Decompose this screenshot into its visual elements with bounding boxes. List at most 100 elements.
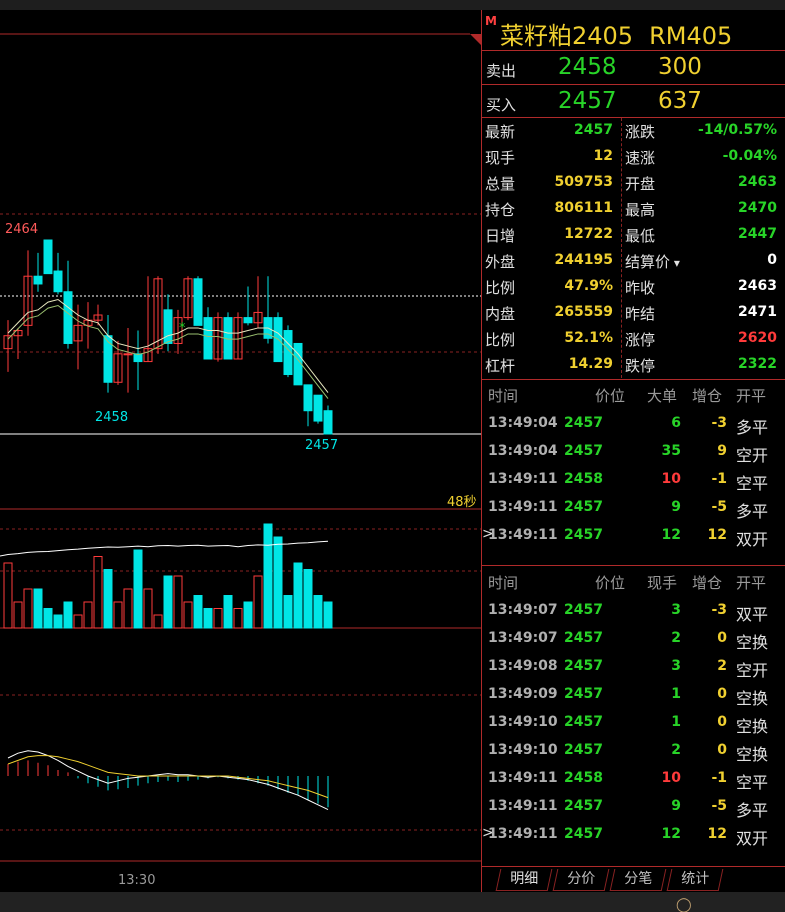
row-type: 双平 — [736, 605, 769, 624]
tick-row[interactable]: 13:49:10 2457 1 0 空换 — [482, 709, 785, 737]
tick-header: 时间 价位 现手 增仓 开平 — [482, 569, 785, 595]
stat-label: 昨收 — [625, 279, 656, 297]
volume-bar — [183, 601, 193, 629]
tab-0[interactable]: 明细 — [495, 869, 553, 891]
big-order-row[interactable]: 13:49:04 2457 35 9 空开 — [482, 438, 785, 466]
stat-value: -14/0.57% — [698, 122, 777, 138]
row-price: 2457 — [564, 658, 603, 674]
stat-label[interactable]: 结算价 ▾ — [625, 251, 680, 272]
tick-row[interactable]: 13:49:07 2457 3 -3 双平 — [482, 597, 785, 625]
big-order-row[interactable]: 13:49:11 2458 10 -1 空平 — [482, 466, 785, 494]
row-type: 多平 — [736, 502, 769, 521]
row-qty: 9 — [671, 798, 681, 814]
stat-label: 持仓 — [485, 201, 516, 219]
support-icon[interactable]: ◯ — [676, 897, 692, 912]
row-time: 13:49:10 — [488, 742, 558, 758]
kline-chart-area[interactable]: * 2464 2458 2457 48秒 13:30 — [0, 10, 481, 892]
sell-price: 2458 — [558, 54, 617, 80]
row-qty: 10 — [661, 770, 681, 786]
stat-right-3: 最高 2470 — [622, 196, 785, 222]
stat-label: 跌停 — [625, 357, 656, 375]
stat-left-8: 比例 52.1% — [482, 326, 621, 352]
row-qty: 3 — [671, 602, 681, 618]
tick-row[interactable]: 13:49:07 2457 2 0 空换 — [482, 625, 785, 653]
big-order-row[interactable]: 13:49:11 2457 9 -5 多平 — [482, 494, 785, 522]
stat-value: 806111 — [554, 200, 613, 216]
volume-bar — [3, 562, 13, 629]
row-time: 13:49:11 — [488, 826, 558, 842]
stat-right-9: 跌停 2322 — [622, 352, 785, 378]
row-qty: 12 — [661, 826, 681, 842]
contract-title[interactable]: 菜籽粕2405 RM405 — [500, 16, 732, 51]
row-delta: 2 — [717, 658, 727, 674]
row-type: 双开 — [736, 530, 769, 549]
row-delta: 9 — [717, 443, 727, 459]
candle-body — [303, 384, 313, 412]
volume-bar — [233, 608, 243, 629]
tab-2[interactable]: 分笔 — [609, 869, 667, 891]
row-delta: 0 — [717, 630, 727, 646]
row-price: 2457 — [564, 798, 603, 814]
sell-volume: 300 — [658, 54, 702, 80]
row-delta: 0 — [717, 714, 727, 730]
stat-value: 52.1% — [564, 330, 613, 346]
chevron-down-icon[interactable]: ▾ — [670, 256, 680, 270]
volume-bar — [163, 575, 173, 629]
row-qty: 2 — [671, 630, 681, 646]
tick-table: 时间 价位 现手 增仓 开平 13:49:07 2457 3 -3 双平 13:49:07 2457 2… — [482, 569, 785, 859]
candle-body — [103, 335, 113, 383]
tick-row[interactable]: >13:49:11 2457 12 12 双开 — [482, 821, 785, 849]
stat-right-7: 昨结 2471 — [622, 300, 785, 326]
tick-row[interactable]: 13:49:10 2457 2 0 空换 — [482, 737, 785, 765]
big-order-row[interactable]: >13:49:11 2457 12 12 双开 — [482, 522, 785, 550]
row-price: 2457 — [564, 527, 603, 543]
row-price: 2457 — [564, 742, 603, 758]
tick-row[interactable]: 13:49:08 2457 3 2 空开 — [482, 653, 785, 681]
stat-label: 开盘 — [625, 175, 656, 193]
volume-bar — [263, 523, 273, 629]
tick-col-header: 开平 — [736, 574, 767, 592]
row-price: 2457 — [564, 443, 603, 459]
tick-col-header: 时间 — [488, 574, 519, 592]
volume-bar — [13, 601, 23, 629]
row-type: 空平 — [736, 474, 769, 493]
stat-value: 509753 — [554, 174, 613, 190]
contract-code: RM405 — [649, 22, 733, 50]
volume-bar — [243, 601, 253, 629]
big-order-row[interactable]: 13:49:04 2457 6 -3 多平 — [482, 410, 785, 438]
tick-row[interactable]: 13:49:11 2457 9 -5 多平 — [482, 793, 785, 821]
sell-row[interactable]: 卖出 2458 300 — [482, 51, 785, 85]
row-time: 13:49:11 — [488, 471, 558, 487]
row-type: 空开 — [736, 661, 769, 680]
stat-left-5: 外盘 244195 — [482, 248, 621, 274]
signal-marker: * — [179, 321, 186, 336]
row-type: 多平 — [736, 801, 769, 820]
stat-label: 比例 — [485, 331, 516, 349]
row-time: 13:49:11 — [488, 770, 558, 786]
volume-bar — [173, 575, 183, 629]
candle-body — [123, 353, 133, 356]
tick-row[interactable]: 13:49:09 2457 1 0 空换 — [482, 681, 785, 709]
big-order-col-header: 价位 — [595, 387, 626, 405]
candle-body — [313, 394, 323, 422]
volume-bar — [223, 595, 233, 629]
tick-row[interactable]: 13:49:11 2458 10 -1 空平 — [482, 765, 785, 793]
buy-row[interactable]: 买入 2457 637 — [482, 85, 785, 119]
row-delta: -3 — [711, 415, 727, 431]
volume-bar — [73, 614, 83, 629]
stat-value: 12722 — [564, 226, 613, 242]
stat-left-4: 日增 12722 — [482, 222, 621, 248]
tab-1[interactable]: 分价 — [552, 869, 610, 891]
volume-bar — [253, 575, 263, 629]
stat-label: 杠杆 — [485, 357, 516, 375]
corner-marker — [470, 34, 481, 45]
row-type: 双开 — [736, 829, 769, 848]
row-time: 13:49:04 — [488, 443, 558, 459]
tab-3[interactable]: 统计 — [666, 869, 724, 891]
stat-label: 速涨 — [625, 149, 656, 167]
row-qty: 1 — [671, 714, 681, 730]
stat-value: 2447 — [738, 226, 777, 242]
candle-body — [193, 278, 203, 326]
row-qty: 35 — [661, 443, 681, 459]
stat-value: 2470 — [738, 200, 777, 216]
